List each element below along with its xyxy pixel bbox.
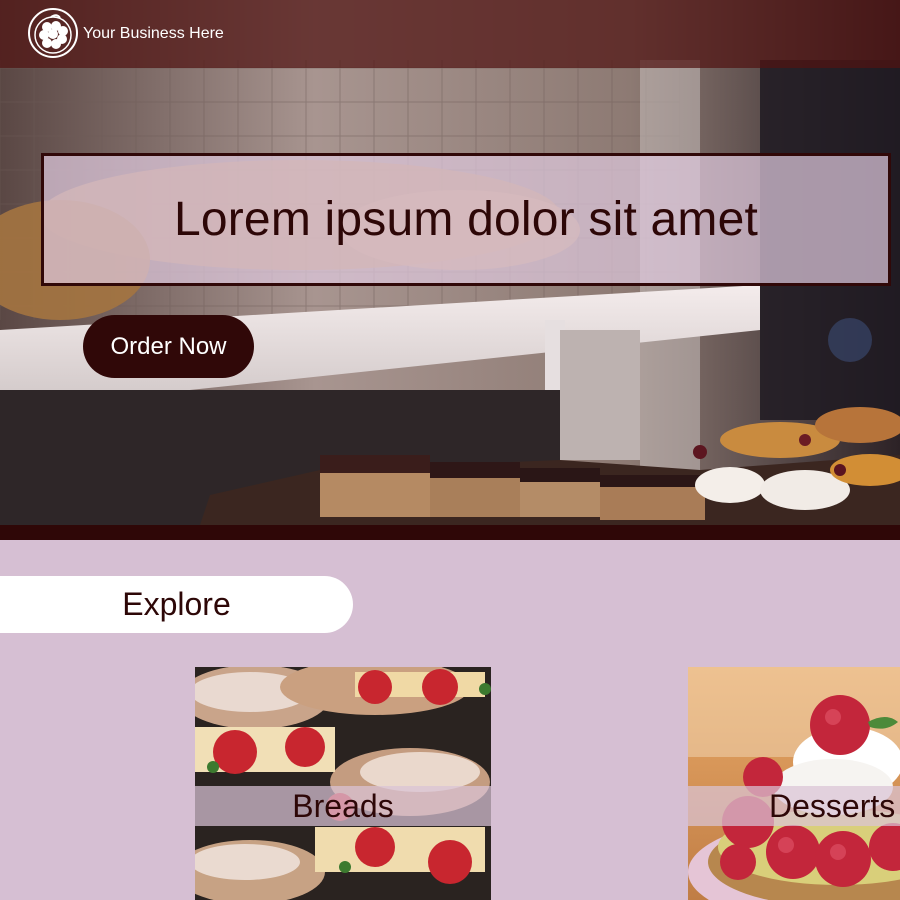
desserts-category-card[interactable]: Desserts — [688, 667, 900, 900]
explore-heading-pill: Explore — [0, 576, 353, 633]
breads-category-card[interactable]: Breads — [195, 667, 491, 900]
desserts-label: Desserts — [769, 788, 896, 824]
order-now-button[interactable]: Order Now — [83, 315, 254, 378]
hero-headline-box: Lorem ipsum dolor sit amet — [41, 153, 891, 286]
top-navigation-bar: Your Business Here — [0, 0, 900, 68]
business-name[interactable]: Your Business Here — [83, 25, 224, 43]
strawberry-croissants-image — [195, 667, 491, 900]
raspberry-tart-image — [688, 667, 900, 900]
desserts-label-band: Desserts — [688, 786, 900, 826]
hero-headline: Lorem ipsum dolor sit amet — [173, 193, 759, 246]
breads-label-band: Breads — [195, 786, 491, 826]
breads-label: Breads — [292, 788, 394, 824]
raspberry-logo-icon[interactable] — [27, 7, 79, 59]
explore-heading: Explore — [122, 586, 231, 622]
hero-section: Your Business Here Lorem ipsum dolor sit… — [0, 0, 900, 540]
hero-bottom-border — [0, 525, 900, 540]
